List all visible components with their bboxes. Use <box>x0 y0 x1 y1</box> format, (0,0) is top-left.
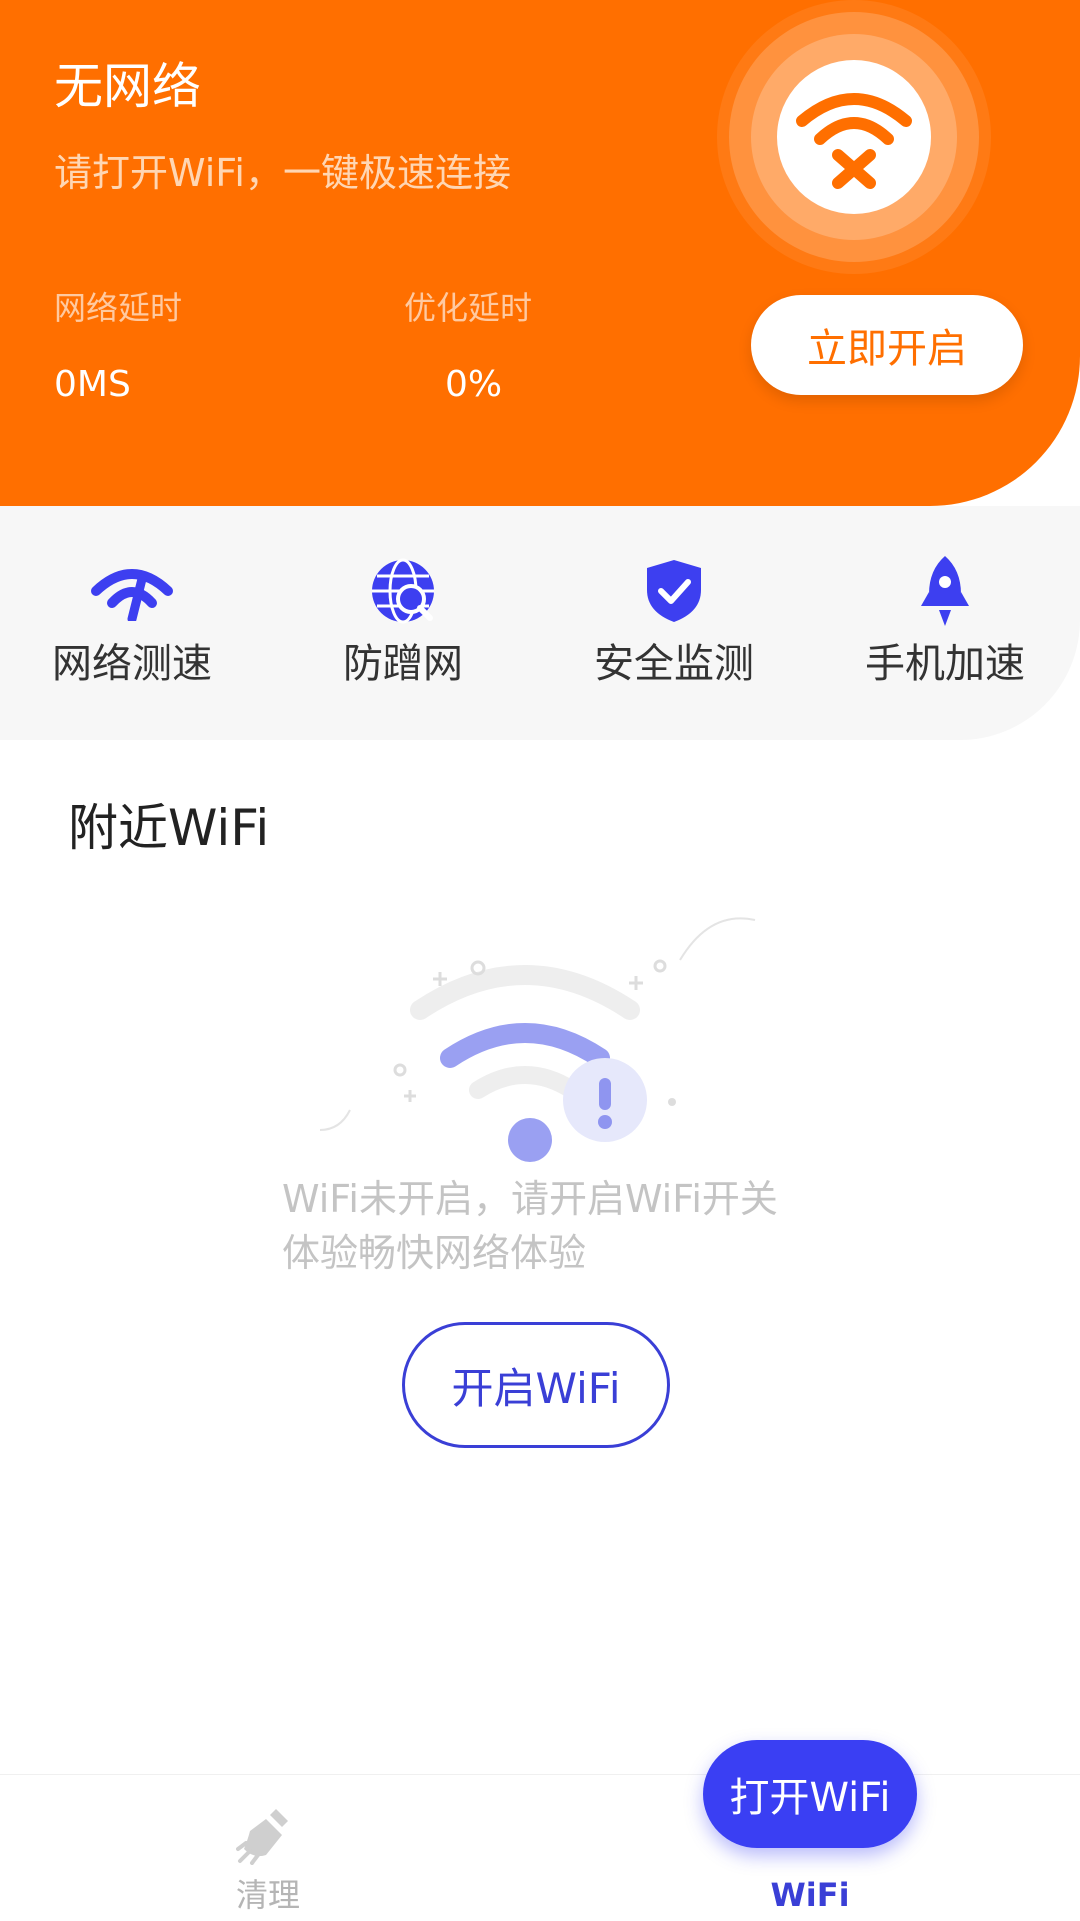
latency-label: 网络延时 <box>54 289 183 327</box>
wifi-off-message-line1: WiFi未开启，请开启WiFi开关 <box>282 1177 778 1221</box>
tool-security-check[interactable]: 安全监测 <box>564 554 784 692</box>
nav-label-clean: 清理 <box>235 1876 300 1914</box>
tools-row: 网络测速 防蹭网 安全监测 手机加速 <box>0 506 1080 740</box>
tool-label: 安全监测 <box>594 641 754 687</box>
rocket-icon <box>921 556 969 626</box>
shield-check-icon <box>647 560 701 622</box>
optimize-value: 0% <box>445 364 503 405</box>
nav-label-wifi: WiFi <box>770 1876 850 1914</box>
globe-search-icon <box>372 558 434 624</box>
broom-icon <box>236 1809 288 1865</box>
open-wifi-button[interactable]: 开启WiFi <box>402 1322 670 1448</box>
wifi-off-illustration <box>319 917 756 1162</box>
tool-label: 网络测速 <box>52 641 212 687</box>
optimize-label: 优化延时 <box>404 289 533 327</box>
wifi-off-message-line2: 体验畅快网络体验 <box>282 1231 587 1275</box>
status-title: 无网络 <box>54 58 202 115</box>
nav-item-clean[interactable]: 清理 <box>118 1775 418 1921</box>
tool-label: 手机加速 <box>865 641 1025 687</box>
tool-label: 防蹭网 <box>343 641 463 687</box>
nearby-wifi-title: 附近WiFi <box>68 799 270 857</box>
wifi-status-orb <box>717 0 991 274</box>
tool-anti-rub[interactable]: 防蹭网 <box>293 554 513 692</box>
open-now-button[interactable]: 立即开启 <box>751 295 1023 395</box>
tool-phone-boost[interactable]: 手机加速 <box>835 554 1055 692</box>
bottom-nav: 清理 WiFi <box>0 1774 1080 1921</box>
status-subtitle: 请打开WiFi，一键极速连接 <box>54 151 511 195</box>
latency-value: 0MS <box>54 364 131 405</box>
tool-speed-test[interactable]: 网络测速 <box>22 554 242 692</box>
speedometer-icon <box>91 569 173 621</box>
wifi-off-message: WiFi未开启，请开启WiFi开关 体验畅快网络体验 <box>282 1172 842 1280</box>
network-status-header: 无网络 请打开WiFi，一键极速连接 网络延时 0MS 优化延时 0% 立即开启 <box>0 0 1080 506</box>
wifi-off-icon <box>796 93 912 189</box>
open-wifi-fab[interactable]: 打开WiFi <box>703 1740 917 1848</box>
